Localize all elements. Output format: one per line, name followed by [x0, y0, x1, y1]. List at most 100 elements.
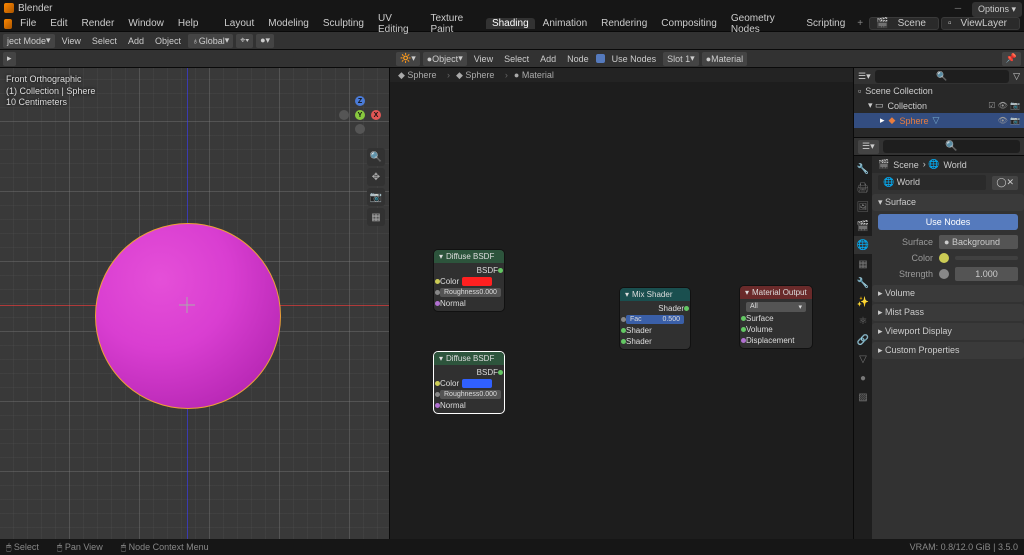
- tab-comp[interactable]: Compositing: [655, 18, 723, 29]
- ptab-constraints[interactable]: 🔗: [854, 331, 872, 349]
- section-volume[interactable]: ▸ Volume: [872, 285, 1024, 302]
- node-mix-shader[interactable]: ▾ Mix Shader Shader Fac0.500 Shader Shad…: [620, 288, 690, 349]
- orientation-select[interactable]: ♁ Global ▾: [188, 34, 233, 48]
- editor-type-icon[interactable]: ▸: [3, 52, 16, 66]
- zoom-icon[interactable]: 🔍: [367, 148, 385, 166]
- tab-uv[interactable]: UV Editing: [372, 13, 422, 35]
- gizmo-neg-x[interactable]: [339, 110, 349, 120]
- move-icon[interactable]: ✥: [367, 168, 385, 186]
- ptab-world[interactable]: 🌐: [854, 236, 872, 254]
- menu-render[interactable]: Render: [76, 18, 121, 29]
- nav-gizmo[interactable]: X Y Z: [341, 96, 379, 134]
- strength-value[interactable]: 1.000: [955, 267, 1018, 281]
- vp-menu-view[interactable]: View: [58, 35, 85, 47]
- gizmo-x[interactable]: X: [371, 110, 381, 120]
- section-surface[interactable]: ▾ Surface: [872, 194, 1024, 211]
- ptab-scene[interactable]: 🎬: [854, 217, 872, 235]
- ptab-texture[interactable]: ▨: [854, 388, 872, 406]
- tab-texpaint[interactable]: Texture Paint: [424, 13, 484, 35]
- node-header[interactable]: ▾ Mix Shader: [620, 288, 690, 301]
- sphere-row[interactable]: ▸ ◆ Sphere ▽👁 📷: [854, 113, 1024, 128]
- target-select[interactable]: All▾: [746, 302, 806, 312]
- shader-node-editor[interactable]: ◆ Sphere ◆ Sphere ● Material ▾ Diffuse B…: [390, 68, 854, 541]
- ne-menu-view[interactable]: View: [470, 53, 497, 65]
- gizmo-y[interactable]: Y: [355, 110, 365, 120]
- snap-toggle[interactable]: ⌖▾: [236, 34, 253, 48]
- ptab-render[interactable]: 🔧: [854, 160, 872, 178]
- world-color-swatch[interactable]: [955, 256, 1018, 260]
- outliner[interactable]: ☰▾ 🔍 ▽ ▫ Scene Collection ▾ ▭ Collection…: [854, 68, 1024, 138]
- fac-slider[interactable]: Fac0.500: [626, 315, 684, 324]
- menu-edit[interactable]: Edit: [44, 18, 73, 29]
- props-search[interactable]: 🔍: [883, 140, 1020, 153]
- scene-collection-row[interactable]: ▫ Scene Collection: [854, 84, 1024, 98]
- use-nodes-button[interactable]: Use Nodes: [878, 214, 1018, 230]
- options-dropdown[interactable]: Options ▾: [972, 2, 1022, 17]
- collection-row[interactable]: ▾ ▭ Collection☑ 👁 📷: [854, 98, 1024, 113]
- node-header[interactable]: ▾ Diffuse BSDF: [434, 250, 504, 263]
- perspective-icon[interactable]: ▦: [367, 208, 385, 226]
- filter-icon[interactable]: ▽: [1013, 71, 1020, 82]
- tab-shading[interactable]: Shading: [486, 18, 535, 29]
- tab-render[interactable]: Rendering: [595, 18, 653, 29]
- minimize-button[interactable]: ─: [948, 2, 968, 14]
- node-diffuse-1[interactable]: ▾ Diffuse BSDF BSDF Color Roughness0.000…: [434, 250, 504, 311]
- ne-menu-add[interactable]: Add: [536, 53, 560, 65]
- vp-menu-object[interactable]: Object: [151, 35, 185, 47]
- node-header[interactable]: ▾ Material Output: [740, 286, 812, 299]
- outliner-search[interactable]: 🔍: [875, 70, 1009, 83]
- ptab-modifier[interactable]: 🔧: [854, 274, 872, 292]
- color-swatch[interactable]: [462, 379, 492, 388]
- pin-button[interactable]: 📌: [1002, 52, 1021, 66]
- roughness-slider[interactable]: Roughness0.000: [440, 288, 501, 297]
- surface-value[interactable]: ● Background: [939, 235, 1018, 249]
- ptab-output[interactable]: 🖨: [854, 179, 872, 197]
- section-custom-props[interactable]: ▸ Custom Properties: [872, 342, 1024, 359]
- section-mist[interactable]: ▸ Mist Pass: [872, 304, 1024, 321]
- gizmo-neg-z[interactable]: [355, 124, 365, 134]
- ptab-particles[interactable]: ✨: [854, 293, 872, 311]
- mode-select[interactable]: ject Mode ▾: [3, 34, 55, 48]
- ptab-physics[interactable]: ⚛: [854, 312, 872, 330]
- ptab-object[interactable]: ▦: [854, 255, 872, 273]
- slot-select[interactable]: Slot 1 ▾: [663, 52, 699, 66]
- gizmo-z[interactable]: Z: [355, 96, 365, 106]
- material-select[interactable]: ● Material: [702, 52, 747, 66]
- node-canvas[interactable]: ▾ Diffuse BSDF BSDF Color Roughness0.000…: [390, 100, 853, 541]
- camera-icon[interactable]: 📷: [367, 188, 385, 206]
- scene-picker[interactable]: 🎬 Scene: [869, 17, 939, 30]
- color-swatch[interactable]: [462, 277, 492, 286]
- props-type-icon[interactable]: ☰▾: [858, 140, 879, 154]
- node-header[interactable]: ▾ Diffuse BSDF: [434, 352, 504, 365]
- ptab-viewlayer[interactable]: 🖼: [854, 198, 872, 216]
- world-datablock[interactable]: 🌐 World: [878, 175, 986, 190]
- tab-modeling[interactable]: Modeling: [262, 18, 315, 29]
- proportional-edit[interactable]: ●▾: [256, 34, 274, 48]
- node-diffuse-2[interactable]: ▾ Diffuse BSDF BSDF Color Roughness0.000…: [434, 352, 504, 413]
- add-workspace-button[interactable]: +: [853, 18, 867, 29]
- tab-geo[interactable]: Geometry Nodes: [725, 13, 799, 35]
- tab-script[interactable]: Scripting: [800, 18, 851, 29]
- outliner-type-icon[interactable]: ☰▾: [858, 71, 871, 82]
- use-nodes-check[interactable]: [596, 54, 605, 63]
- ptab-data[interactable]: ▽: [854, 350, 872, 368]
- object-sphere[interactable]: [95, 223, 281, 409]
- viewport-3d[interactable]: Front Orthographic (1) Collection | Sphe…: [0, 68, 390, 541]
- menu-help[interactable]: Help: [172, 18, 205, 29]
- menu-window[interactable]: Window: [122, 18, 170, 29]
- menu-file[interactable]: File: [14, 18, 42, 29]
- tab-layout[interactable]: Layout: [218, 18, 260, 29]
- roughness-slider[interactable]: Roughness0.000: [440, 390, 501, 399]
- ne-type-object[interactable]: ● Object ▾: [423, 52, 467, 66]
- ne-menu-select[interactable]: Select: [500, 53, 533, 65]
- tab-anim[interactable]: Animation: [537, 18, 593, 29]
- new-world-button[interactable]: ◯✕: [992, 176, 1018, 190]
- vp-menu-add[interactable]: Add: [124, 35, 148, 47]
- vp-menu-select[interactable]: Select: [88, 35, 121, 47]
- ne-menu-node[interactable]: Node: [563, 53, 593, 65]
- section-viewport-display[interactable]: ▸ Viewport Display: [872, 323, 1024, 340]
- ptab-material[interactable]: ●: [854, 369, 872, 387]
- tab-sculpting[interactable]: Sculpting: [317, 18, 370, 29]
- node-material-output[interactable]: ▾ Material Output All▾ Surface Volume Di…: [740, 286, 812, 348]
- viewlayer-picker[interactable]: ▫ ViewLayer: [941, 17, 1020, 30]
